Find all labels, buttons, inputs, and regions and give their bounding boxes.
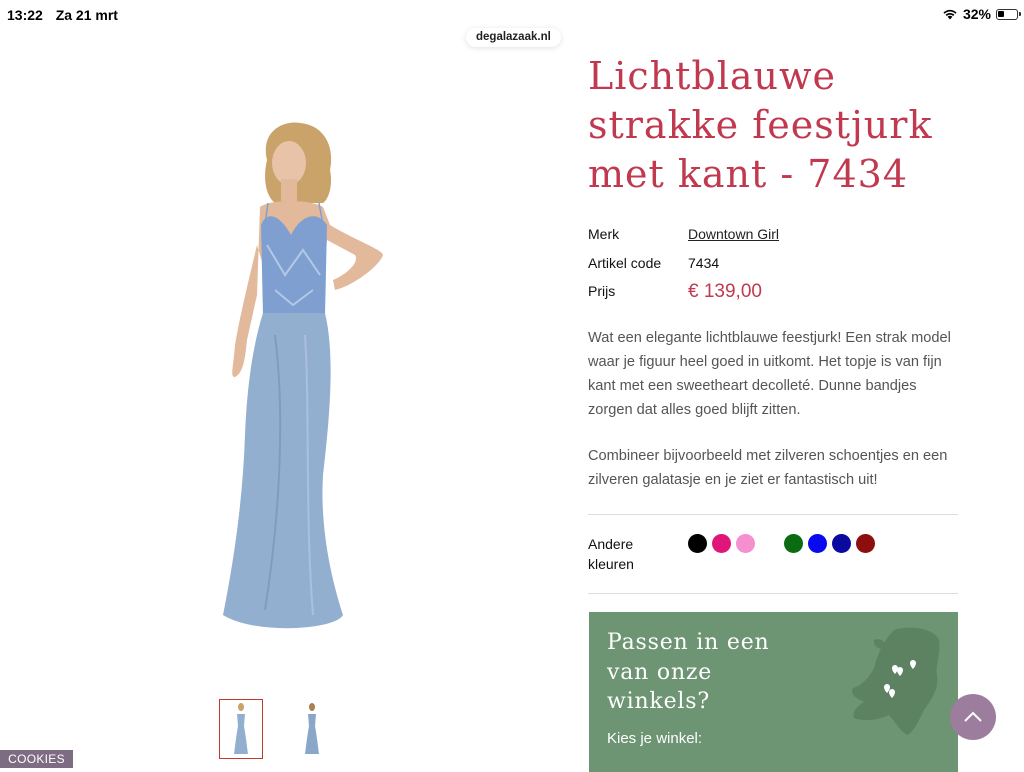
- thumbnail-front-image: [234, 703, 248, 754]
- status-bar-left: 13:22 Za 21 mrt: [7, 7, 127, 23]
- battery-icon: [996, 8, 1021, 20]
- thumbnail-back-image: [305, 703, 319, 754]
- product-description: Wat een elegante lichtblauwe feestjurk! …: [588, 326, 960, 514]
- status-date: Za 21 mrt: [55, 7, 118, 23]
- url-bar[interactable]: degalazaak.nl: [466, 28, 561, 47]
- wifi-icon: [943, 9, 957, 20]
- code-value: 7434: [688, 255, 720, 271]
- price-value: € 139,00: [688, 281, 762, 302]
- battery-percent: 32%: [962, 6, 991, 22]
- scroll-to-top-button[interactable]: [950, 694, 996, 740]
- chevron-up-icon: [964, 711, 982, 722]
- description-paragraph: Wat een elegante lichtblauwe feestjurk! …: [588, 330, 951, 418]
- divider: [588, 514, 958, 515]
- code-label: Artikel code: [588, 255, 662, 271]
- thumbnail-front[interactable]: [219, 699, 263, 759]
- netherlands-map-icon: [851, 627, 940, 735]
- color-swatch[interactable]: [688, 534, 707, 553]
- store-finder-title: Passen in een van onze winkels?: [607, 630, 770, 714]
- status-time: 13:22: [7, 7, 43, 23]
- price-label: Prijs: [588, 283, 616, 299]
- color-swatch[interactable]: [832, 534, 851, 553]
- brand-label: Merk: [588, 226, 620, 242]
- color-swatch[interactable]: [760, 534, 779, 553]
- color-swatches: [688, 534, 875, 553]
- cookies-button[interactable]: COOKIES: [0, 750, 73, 768]
- color-swatch[interactable]: [808, 534, 827, 553]
- thumbnail-back[interactable]: [290, 699, 334, 759]
- other-colors-label: Andere kleuren: [588, 536, 634, 572]
- status-bar-right: 32%: [942, 6, 1021, 22]
- store-finder-subtitle[interactable]: Kies je winkel:: [607, 730, 702, 747]
- product-title: Lichtblauwe strakke feestjurk met kant -…: [588, 54, 933, 196]
- store-finder-box[interactable]: Passen in een van onze winkels? Kies je …: [589, 612, 958, 772]
- color-swatch[interactable]: [736, 534, 755, 553]
- description-paragraph: Combineer bijvoorbeeld met zilveren scho…: [588, 448, 948, 488]
- color-swatch[interactable]: [712, 534, 731, 553]
- product-main-image[interactable]: [205, 115, 400, 650]
- brand-link[interactable]: Downtown Girl: [688, 226, 779, 242]
- divider: [588, 593, 958, 594]
- color-swatch[interactable]: [856, 534, 875, 553]
- color-swatch[interactable]: [784, 534, 803, 553]
